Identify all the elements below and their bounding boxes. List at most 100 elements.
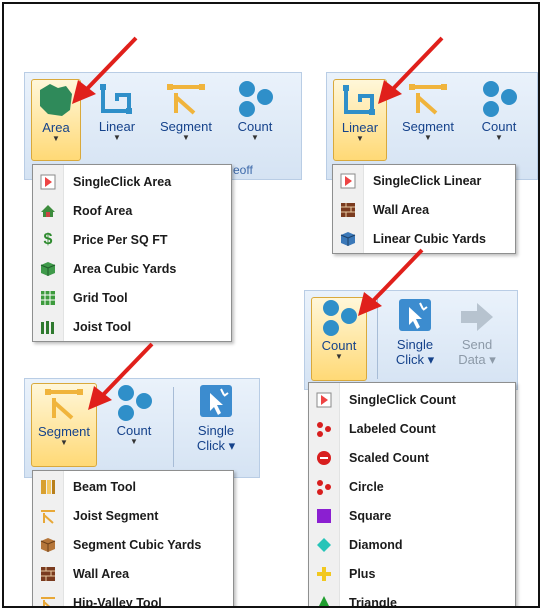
dropdown-arrow-icon: ▼ <box>60 438 68 447</box>
menu-item-wall-area[interactable]: Wall Area <box>333 195 515 224</box>
single-click-button[interactable]: Single Click ▾ <box>185 383 247 467</box>
menu-item-segment-cubic-yards[interactable]: Segment Cubic Yards <box>33 530 233 559</box>
roof-icon <box>33 203 63 219</box>
menu-item-circle[interactable]: Circle <box>309 472 515 501</box>
menu-item-label: Wall Area <box>73 566 130 581</box>
send-data-label: Send Data ▾ <box>458 337 496 367</box>
dropdown-arrow-icon: ▼ <box>356 134 364 143</box>
menu-item-singleclick-linear[interactable]: SingleClick Linear <box>333 166 515 195</box>
ribbon-separator <box>173 387 174 467</box>
circle-dots-icon <box>309 479 339 495</box>
menu-item-label: Scaled Count <box>349 450 429 465</box>
menu-item-label: Triangle <box>349 595 397 608</box>
menu-item-price-per-sq-ft[interactable]: $ Price Per SQ FT <box>33 225 231 254</box>
menu-item-label: Beam Tool <box>73 479 136 494</box>
dropdown-arrow-icon: ▼ <box>182 133 190 142</box>
segment-button[interactable]: Segment ▼ <box>153 79 219 161</box>
menu-item-label: Grid Tool <box>73 290 128 305</box>
cube-icon <box>33 261 63 277</box>
grid-icon <box>33 290 63 306</box>
menu-item-singleclick-count[interactable]: SingleClick Count <box>309 385 515 414</box>
segment-label: Segment <box>401 119 455 134</box>
segment-dropdown-menu: Beam Tool Joist Segment Segment Cubic Ya… <box>32 470 234 608</box>
dollar-icon: $ <box>43 230 53 248</box>
labeled-dots-icon <box>309 421 339 437</box>
count-button[interactable]: Count ▼ <box>225 79 285 161</box>
linear-dropdown-menu: SingleClick Linear Wall Area Linear Cubi… <box>332 164 516 254</box>
dropdown-arrow-icon: ▼ <box>335 352 343 361</box>
menu-item-scaled-count[interactable]: Scaled Count <box>309 443 515 472</box>
menu-item-hip-valley-tool[interactable]: Hip-Valley Tool <box>33 588 233 608</box>
beam-icon <box>33 479 63 495</box>
singleclick-cursor-icon <box>333 173 363 189</box>
menu-item-area-cubic-yards[interactable]: Area Cubic Yards <box>33 254 231 283</box>
annotation-arrow-1 <box>72 36 138 104</box>
brick-wall-icon <box>333 202 363 218</box>
count-label: Count <box>116 423 152 438</box>
menu-item-label: Roof Area <box>73 203 133 218</box>
group-label-fragment: eoff <box>233 163 253 177</box>
area-label: Area <box>42 120 70 135</box>
brick-wall-icon <box>33 566 63 582</box>
menu-item-joist-segment[interactable]: Joist Segment <box>33 501 233 530</box>
dropdown-arrow-icon: ▼ <box>113 133 121 142</box>
menu-item-label: SingleClick Linear <box>373 173 482 188</box>
red-ball-icon <box>309 450 339 466</box>
single-click-label: Single Click ▾ <box>196 423 236 453</box>
joist-icon <box>33 319 63 335</box>
menu-item-plus[interactable]: Plus <box>309 559 515 588</box>
count-dots-icon <box>233 79 277 117</box>
menu-item-label: Segment Cubic Yards <box>73 537 202 552</box>
menu-item-label: SingleClick Count <box>349 392 456 407</box>
square-icon <box>309 508 339 524</box>
menu-item-label: Labeled Count <box>349 421 436 436</box>
area-dropdown-menu: SingleClick Area Roof Area $ Price Per SQ… <box>32 164 232 342</box>
count-label: Count <box>237 119 273 134</box>
dropdown-arrow-icon: ▼ <box>52 134 60 143</box>
menu-item-label: Diamond <box>349 537 403 552</box>
count-dropdown-menu: SingleClick Count Labeled Count Scaled C… <box>308 382 516 608</box>
cube-icon <box>33 537 63 553</box>
triangle-icon <box>309 595 339 606</box>
count-label: Count <box>321 338 357 353</box>
menu-item-joist-tool[interactable]: Joist Tool <box>33 312 231 341</box>
menu-item-square[interactable]: Square <box>309 501 515 530</box>
dropdown-arrow-icon: ▼ <box>424 133 432 142</box>
menu-item-grid-tool[interactable]: Grid Tool <box>33 283 231 312</box>
count-label: Count <box>481 119 517 134</box>
send-data-button[interactable]: Send Data ▾ <box>447 297 507 381</box>
menu-item-label: Hip-Valley Tool <box>73 595 162 608</box>
menu-item-label: Circle <box>349 479 384 494</box>
menu-item-diamond[interactable]: Diamond <box>309 530 515 559</box>
linear-label: Linear <box>98 119 136 134</box>
dropdown-arrow-icon: ▼ <box>251 133 259 142</box>
hip-valley-icon <box>33 595 63 606</box>
segment-label: Segment <box>37 424 91 439</box>
menu-item-label: Price Per SQ FT <box>73 232 168 247</box>
dropdown-arrow-icon: ▼ <box>130 437 138 446</box>
menu-item-label: Wall Area <box>373 202 430 217</box>
menu-item-label: Square <box>349 508 392 523</box>
menu-item-labeled-count[interactable]: Labeled Count <box>309 414 515 443</box>
diamond-icon <box>309 537 339 553</box>
menu-item-triangle[interactable]: Triangle <box>309 588 515 608</box>
annotation-arrow-3 <box>358 248 424 316</box>
menu-item-label: Joist Segment <box>73 508 159 523</box>
count-dots-icon <box>477 79 521 117</box>
menu-item-label: Area Cubic Yards <box>73 261 177 276</box>
dropdown-arrow-icon: ▼ <box>495 133 503 142</box>
linear-label: Linear <box>341 120 379 135</box>
count-button[interactable]: Count ▼ <box>469 79 529 161</box>
menu-item-label: Joist Tool <box>73 319 132 334</box>
joist-segment-icon <box>33 508 63 524</box>
single-click-label: Single Click ▾ <box>395 337 435 367</box>
menu-item-wall-area[interactable]: Wall Area <box>33 559 233 588</box>
annotation-arrow-2 <box>378 36 444 104</box>
segment-label: Segment <box>159 119 213 134</box>
menu-item-label: SingleClick Area <box>73 174 172 189</box>
plus-icon <box>309 566 339 582</box>
menu-item-singleclick-area[interactable]: SingleClick Area <box>33 167 231 196</box>
menu-item-roof-area[interactable]: Roof Area <box>33 196 231 225</box>
menu-item-beam-tool[interactable]: Beam Tool <box>33 472 233 501</box>
single-click-icon <box>194 383 238 421</box>
